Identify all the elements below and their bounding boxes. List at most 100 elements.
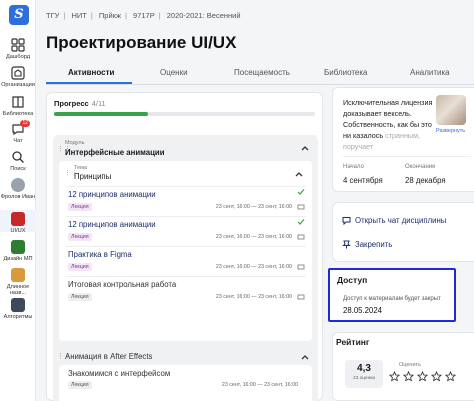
progress-bar	[54, 112, 315, 116]
end-date: 28 декабря	[405, 176, 446, 185]
rail-item-search[interactable]: Поиск	[0, 150, 36, 172]
module-caption: Модуль	[65, 140, 85, 146]
rating-title: Рейтинг	[336, 337, 370, 347]
lesson-date: 23 сент, 16:00 — 23 сент, 16:00	[215, 204, 292, 210]
rail-item-course-uiux[interactable]: UI/UX	[0, 212, 36, 234]
search-icon	[11, 150, 25, 164]
activities-card: Прогресс 4/11 ⋮⋮ Модуль Интерфейсные аним…	[46, 92, 323, 401]
access-title: Доступ	[337, 275, 368, 285]
rail-label: Длинное назв...	[6, 284, 30, 296]
rail-item-course-long[interactable]: Длинное назв...	[0, 268, 36, 296]
lesson-row[interactable]: 12 принципов анимации Лекция 23 сент, 16…	[65, 186, 306, 216]
page-title: Проектирование UI/UX	[46, 33, 237, 52]
course-icon	[11, 268, 25, 282]
lesson-tag: Лекция	[68, 203, 92, 211]
course-icon	[11, 212, 25, 226]
breadcrumb-item[interactable]: 2020-2021: Весенний	[167, 11, 241, 20]
course-icon	[11, 240, 25, 254]
rail-label: Дизайн МП	[3, 256, 33, 262]
lesson-title[interactable]: Итоговая контрольная работа	[68, 280, 176, 289]
tab-attendance[interactable]: Посещаемость	[234, 68, 290, 77]
rail-label: Организации	[1, 82, 35, 88]
star-icon[interactable]	[389, 371, 400, 382]
rail-item-dashboard[interactable]: Дашборд	[0, 38, 36, 60]
breadcrumb-item[interactable]: ТГУ	[46, 11, 59, 20]
tab-activities[interactable]: Активности	[68, 68, 114, 77]
tab-active-indicator	[46, 82, 132, 84]
module-title[interactable]: Анимация в After Effects	[65, 352, 152, 361]
tab-analytics[interactable]: Аналитика	[410, 68, 450, 77]
start-label: Начало	[343, 164, 364, 170]
rating-summary: 4,3 23 оценки	[345, 360, 383, 388]
divider	[343, 156, 471, 157]
rail-label: Фролов Иван	[0, 194, 36, 200]
lesson-tag: Лекция	[68, 263, 92, 271]
topic-card: ⋮⋮ Тема Принципы 12 принципов анимации Л…	[59, 161, 312, 341]
open-chat-button[interactable]: Открыть чат дисциплины	[342, 216, 446, 225]
star-rating-input[interactable]	[389, 369, 467, 382]
chevron-up-icon[interactable]	[300, 143, 310, 153]
lesson-title[interactable]: 12 принципов анимации	[68, 220, 156, 229]
logo[interactable]: S	[9, 5, 29, 25]
home-icon	[11, 66, 25, 80]
course-cover-image	[436, 95, 466, 125]
lesson-date: 23 сент, 16:00 — 23 сент, 16:00	[215, 294, 292, 300]
lesson-title[interactable]: 12 принципов анимации	[68, 190, 156, 199]
rating-count: 23 оценки	[352, 376, 376, 381]
course-description: Исключительная лицензия доказывает вексе…	[343, 97, 435, 152]
message-icon	[297, 234, 305, 240]
lesson-tag: Лекция	[68, 293, 92, 301]
breadcrumb-item[interactable]: 9717Р	[133, 11, 155, 20]
topic-title[interactable]: Принципы	[74, 172, 111, 181]
pin-icon	[342, 240, 351, 249]
message-icon	[297, 294, 305, 300]
tab-grades[interactable]: Оценки	[160, 68, 188, 77]
topic-caption: Тема	[74, 165, 87, 171]
chat-badge: 12	[20, 120, 30, 127]
end-label: Окончание	[405, 164, 436, 170]
rail-item-course-design[interactable]: Дизайн МП	[0, 240, 36, 262]
message-icon	[297, 264, 305, 270]
lesson-tag: Лекция	[68, 233, 92, 241]
rail-label: Чат	[13, 138, 23, 144]
lesson-date: 23 сент, 16:00 — 23 сент, 16:00	[215, 234, 292, 240]
lesson-row[interactable]: Практика в Figma Лекция 23 сент, 16:00 —…	[65, 246, 306, 276]
star-icon[interactable]	[445, 371, 456, 382]
lesson-tag: Лекция	[68, 381, 92, 389]
module-title[interactable]: Интерфейсные анимации	[65, 148, 165, 157]
expand-link[interactable]: Развернуть	[436, 128, 465, 134]
rail-item-course-algorithms[interactable]: Алгоритмы	[0, 298, 36, 320]
breadcrumb-item[interactable]: Прйкж	[99, 11, 121, 20]
check-icon	[297, 219, 305, 225]
rate-label: Оценить	[399, 362, 421, 368]
star-icon[interactable]	[417, 371, 428, 382]
star-icon[interactable]	[403, 371, 414, 382]
course-info-card: Исключительная лицензия доказывает вексе…	[332, 87, 474, 192]
lesson-title[interactable]: Знакомимся с интерфейсом	[68, 369, 170, 378]
chevron-up-icon[interactable]	[294, 169, 304, 179]
progress-title: Прогресс	[54, 99, 89, 108]
progress-label: Прогресс 4/11	[54, 99, 106, 108]
rail-label: Алгоритмы	[3, 314, 33, 320]
tab-library[interactable]: Библиотека	[324, 68, 368, 77]
course-icon	[11, 298, 25, 312]
star-icon[interactable]	[431, 371, 442, 382]
chevron-up-icon[interactable]	[300, 352, 310, 362]
rail-item-profile[interactable]: Фролов Иван	[0, 178, 36, 200]
lesson-title[interactable]: Практика в Figma	[68, 250, 132, 259]
breadcrumb-item[interactable]: НИТ	[71, 11, 86, 20]
actions-card: Открыть чат дисциплины Закрепить	[332, 202, 474, 262]
module-card: ⋮⋮ Анимация в After Effects Знакомимся с…	[53, 344, 318, 401]
lesson-row[interactable]: Знакомимся с интерфейсом Лекция 23 сент,…	[59, 365, 312, 401]
access-close-date: 28.05.2024	[343, 306, 383, 315]
rail-item-library[interactable]: Библиотека	[0, 95, 36, 117]
pin-button[interactable]: Закрепить	[342, 240, 392, 249]
lesson-row[interactable]: Итоговая контрольная работа Лекция 23 се…	[65, 276, 306, 306]
rail-item-organizations[interactable]: Организации	[0, 66, 36, 88]
tab-bar: Активности Оценки Посещаемость Библиотек…	[46, 63, 474, 85]
start-date: 4 сентября	[343, 176, 383, 185]
lesson-row[interactable]: 12 принципов анимации Лекция 23 сент, 16…	[65, 216, 306, 246]
rail-item-chat[interactable]: 12 Чат	[0, 120, 36, 144]
rail-label: UI/UX	[10, 228, 26, 234]
pin-label: Закрепить	[355, 240, 393, 249]
